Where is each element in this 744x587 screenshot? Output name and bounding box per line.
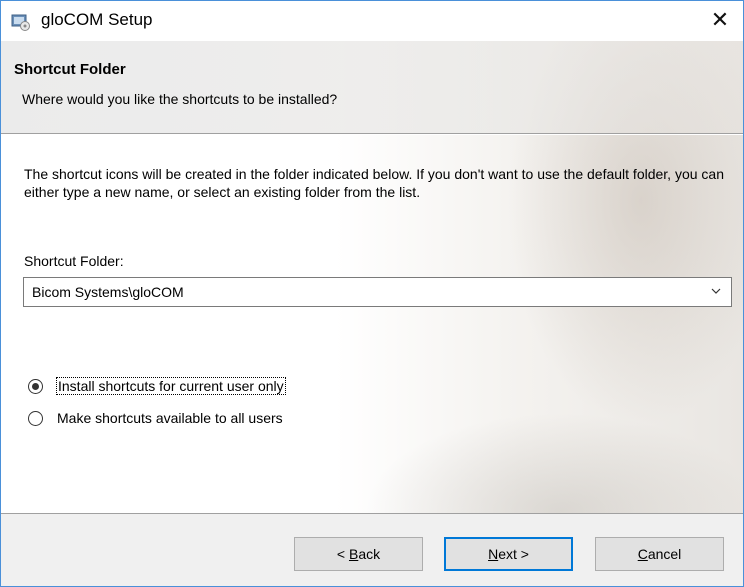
cancel-button-mnemonic: C: [637, 546, 648, 562]
shortcut-folder-combobox[interactable]: Bicom Systems\gloCOM: [23, 277, 732, 307]
description-text: The shortcut icons will be created in th…: [24, 166, 724, 200]
cancel-button[interactable]: Cancel: [595, 537, 724, 571]
setup-window: gloCOM Setup ✕ Shortcut Folder Where wou…: [0, 0, 744, 587]
shortcut-folder-label: Shortcut Folder:: [24, 253, 124, 269]
next-button-mnemonic: N: [488, 546, 499, 562]
back-button-prefix: <: [336, 546, 349, 562]
page-title: Shortcut Folder: [14, 61, 126, 78]
page-header: Shortcut Folder Where would you like the…: [1, 41, 743, 135]
page-subtitle: Where would you like the shortcuts to be…: [22, 91, 338, 107]
installer-icon: [11, 14, 30, 31]
shortcut-folder-value: Bicom Systems\gloCOM: [32, 284, 184, 300]
header-divider: [1, 133, 743, 135]
close-button[interactable]: ✕: [697, 1, 743, 41]
next-button[interactable]: Next >: [444, 537, 573, 571]
title-bar[interactable]: gloCOM Setup ✕: [1, 1, 743, 41]
back-button-label: ack: [358, 546, 381, 562]
cancel-button-label: ancel: [647, 546, 682, 562]
radio-label-current-user[interactable]: Install shortcuts for current user only: [56, 377, 286, 395]
radio-button-unselected[interactable]: [28, 411, 43, 426]
button-bar: < Back Next > Cancel: [1, 513, 743, 586]
window-title: gloCOM Setup: [41, 10, 153, 29]
radio-selected-dot: [32, 383, 39, 390]
radio-button-selected[interactable]: [28, 379, 43, 394]
close-icon: ✕: [710, 8, 730, 33]
next-button-label: ext >: [498, 546, 529, 562]
back-button[interactable]: < Back: [294, 537, 423, 571]
radio-label-all-users[interactable]: Make shortcuts available to all users: [57, 410, 283, 426]
chevron-down-icon[interactable]: [711, 286, 721, 296]
back-button-mnemonic: B: [348, 546, 359, 562]
